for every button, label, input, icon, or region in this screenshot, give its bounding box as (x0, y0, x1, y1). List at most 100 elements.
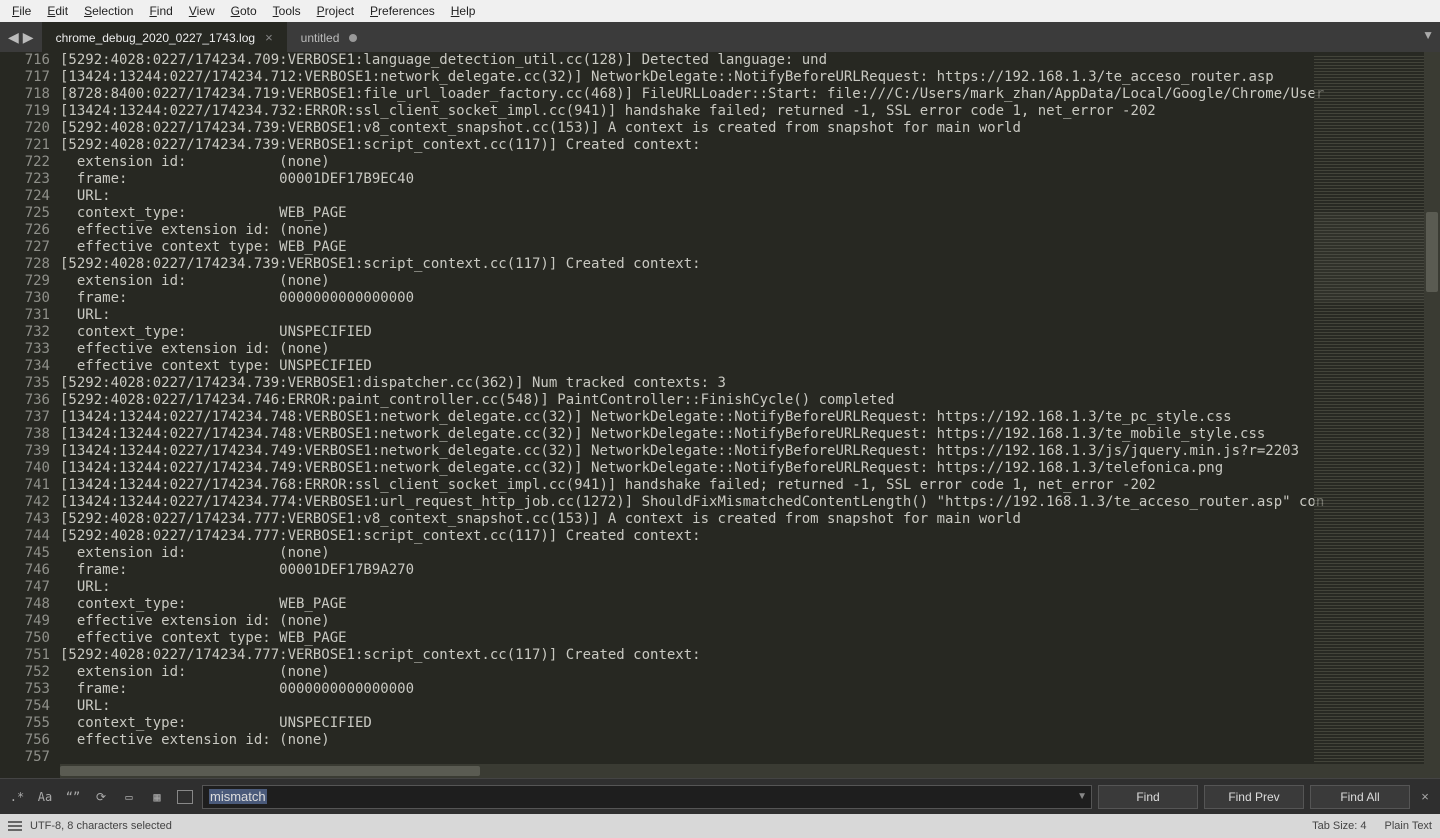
status-encoding[interactable]: UTF-8, 8 characters selected (30, 820, 172, 832)
code-line[interactable]: [13424:13244:0227/174234.732:ERROR:ssl_c… (60, 103, 1440, 120)
line-number: 726 (0, 222, 50, 239)
line-number: 717 (0, 69, 50, 86)
menu-selection[interactable]: Selection (76, 2, 141, 20)
menu-help[interactable]: Help (443, 2, 484, 20)
status-tabsize[interactable]: Tab Size: 4 (1312, 820, 1366, 832)
find-close-icon[interactable]: × (1416, 789, 1434, 804)
nav-forward-icon[interactable]: ▶ (21, 29, 36, 46)
code-line[interactable]: frame: 00001DEF17B9A270 (60, 562, 1440, 579)
code-line[interactable]: URL: (60, 579, 1440, 596)
code-line[interactable]: [13424:13244:0227/174234.774:VERBOSE1:ur… (60, 494, 1440, 511)
code-line[interactable]: extension id: (none) (60, 664, 1440, 681)
code-line[interactable]: extension id: (none) (60, 273, 1440, 290)
line-number: 736 (0, 392, 50, 409)
line-number: 720 (0, 120, 50, 137)
find-wrap-toggle[interactable]: ⟳ (90, 786, 112, 808)
line-number: 729 (0, 273, 50, 290)
menu-view[interactable]: View (181, 2, 223, 20)
vertical-scrollbar[interactable] (1424, 52, 1440, 778)
menu-find[interactable]: Find (141, 2, 180, 20)
code-line[interactable]: effective extension id: (none) (60, 613, 1440, 630)
line-number: 728 (0, 256, 50, 273)
find-wholeword-toggle[interactable]: “” (62, 786, 84, 808)
code-line[interactable]: context_type: WEB_PAGE (60, 205, 1440, 222)
code-line[interactable]: [5292:4028:0227/174234.739:VERBOSE1:disp… (60, 375, 1440, 392)
line-number: 724 (0, 188, 50, 205)
code-line[interactable]: extension id: (none) (60, 154, 1440, 171)
code-line[interactable]: [5292:4028:0227/174234.777:VERBOSE1:v8_c… (60, 511, 1440, 528)
line-number: 723 (0, 171, 50, 188)
tab-label: untitled (301, 31, 340, 45)
editor-area[interactable]: 7167177187197207217227237247257267277287… (0, 52, 1440, 778)
find-prev-button[interactable]: Find Prev (1204, 785, 1304, 809)
menu-goto[interactable]: Goto (223, 2, 265, 20)
line-number: 727 (0, 239, 50, 256)
code-content[interactable]: [5292:4028:0227/174234.709:VERBOSE1:lang… (60, 52, 1440, 766)
code-line[interactable]: [5292:4028:0227/174234.739:VERBOSE1:v8_c… (60, 120, 1440, 137)
menu-file[interactable]: File (4, 2, 39, 20)
line-number: 732 (0, 324, 50, 341)
tab-untitled[interactable]: untitled (287, 22, 372, 52)
find-regex-toggle[interactable]: .* (6, 786, 28, 808)
tab-dropdown-icon[interactable]: ▼ (1422, 28, 1434, 42)
minimap[interactable] (1314, 52, 1424, 778)
code-line[interactable]: [13424:13244:0227/174234.749:VERBOSE1:ne… (60, 460, 1440, 477)
tab-close-icon[interactable]: × (265, 30, 273, 45)
code-line[interactable]: URL: (60, 188, 1440, 205)
code-line[interactable]: [13424:13244:0227/174234.712:VERBOSE1:ne… (60, 69, 1440, 86)
code-line[interactable]: [5292:4028:0227/174234.777:VERBOSE1:scri… (60, 528, 1440, 545)
find-input[interactable]: mismatch ▼ (202, 785, 1092, 809)
code-line[interactable]: extension id: (none) (60, 545, 1440, 562)
code-line[interactable]: frame: 0000000000000000 (60, 290, 1440, 307)
code-line[interactable]: [8728:8400:0227/174234.719:VERBOSE1:file… (60, 86, 1440, 103)
find-inselection-toggle[interactable]: ▭ (118, 786, 140, 808)
code-line[interactable]: effective context type: UNSPECIFIED (60, 358, 1440, 375)
code-line[interactable]: [13424:13244:0227/174234.749:VERBOSE1:ne… (60, 443, 1440, 460)
line-number: 733 (0, 341, 50, 358)
menu-preferences[interactable]: Preferences (362, 2, 443, 20)
line-number: 725 (0, 205, 50, 222)
menu-tools[interactable]: Tools (265, 2, 309, 20)
find-button[interactable]: Find (1098, 785, 1198, 809)
code-line[interactable]: URL: (60, 698, 1440, 715)
line-number: 739 (0, 443, 50, 460)
code-line[interactable]: [13424:13244:0227/174234.748:VERBOSE1:ne… (60, 426, 1440, 443)
code-line[interactable]: frame: 0000000000000000 (60, 681, 1440, 698)
code-line[interactable]: [5292:4028:0227/174234.739:VERBOSE1:scri… (60, 256, 1440, 273)
code-line[interactable]: effective extension id: (none) (60, 222, 1440, 239)
hamburger-icon[interactable] (8, 821, 22, 831)
tab-chrome-debug-2020-0227-1743-log[interactable]: chrome_debug_2020_0227_1743.log× (42, 22, 287, 52)
code-line[interactable]: effective context type: WEB_PAGE (60, 630, 1440, 647)
code-line[interactable]: [13424:13244:0227/174234.748:VERBOSE1:ne… (60, 409, 1440, 426)
line-number: 744 (0, 528, 50, 545)
code-line[interactable]: context_type: UNSPECIFIED (60, 324, 1440, 341)
find-input-text: mismatch (209, 789, 267, 804)
code-line[interactable]: [13424:13244:0227/174234.768:ERROR:ssl_c… (60, 477, 1440, 494)
line-number: 754 (0, 698, 50, 715)
find-context-toggle[interactable] (174, 786, 196, 808)
menu-edit[interactable]: Edit (39, 2, 76, 20)
code-line[interactable]: effective extension id: (none) (60, 732, 1440, 749)
line-number: 750 (0, 630, 50, 647)
code-line[interactable]: effective context type: WEB_PAGE (60, 239, 1440, 256)
code-line[interactable]: context_type: UNSPECIFIED (60, 715, 1440, 732)
line-number: 716 (0, 52, 50, 69)
menu-project[interactable]: Project (309, 2, 362, 20)
find-bar: .* Aa “” ⟳ ▭ ▦ mismatch ▼ Find Find Prev… (0, 778, 1440, 814)
find-case-toggle[interactable]: Aa (34, 786, 56, 808)
status-syntax[interactable]: Plain Text (1385, 820, 1433, 832)
code-line[interactable]: [5292:4028:0227/174234.777:VERBOSE1:scri… (60, 647, 1440, 664)
code-line[interactable]: URL: (60, 307, 1440, 324)
code-line[interactable]: effective extension id: (none) (60, 341, 1440, 358)
code-line[interactable]: [5292:4028:0227/174234.709:VERBOSE1:lang… (60, 52, 1440, 69)
code-line[interactable]: frame: 00001DEF17B9EC40 (60, 171, 1440, 188)
code-line[interactable]: context_type: WEB_PAGE (60, 596, 1440, 613)
horizontal-scrollbar[interactable] (60, 764, 1424, 778)
find-history-dropdown-icon[interactable]: ▼ (1077, 791, 1087, 802)
find-all-button[interactable]: Find All (1310, 785, 1410, 809)
find-highlight-toggle[interactable]: ▦ (146, 786, 168, 808)
code-line[interactable]: [5292:4028:0227/174234.746:ERROR:paint_c… (60, 392, 1440, 409)
line-number: 735 (0, 375, 50, 392)
nav-back-icon[interactable]: ◀ (6, 29, 21, 46)
code-line[interactable]: [5292:4028:0227/174234.739:VERBOSE1:scri… (60, 137, 1440, 154)
